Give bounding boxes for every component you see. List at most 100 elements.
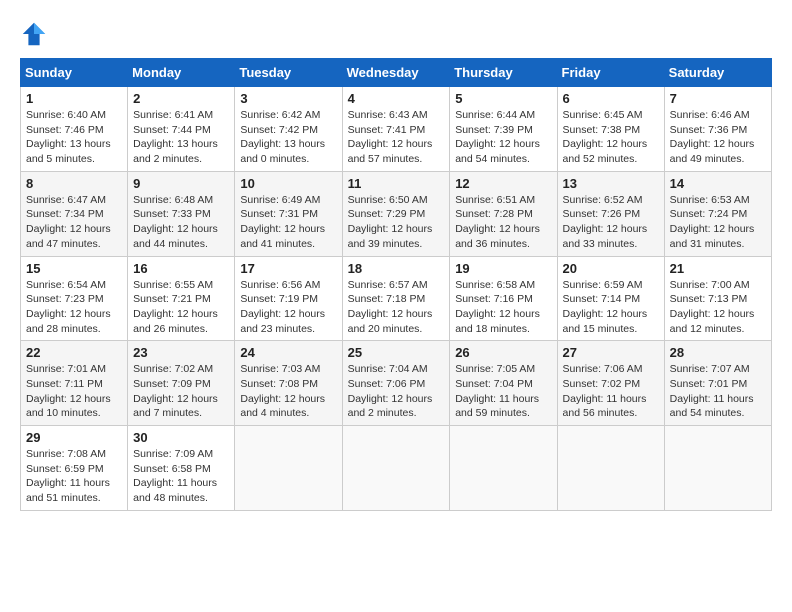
day-info: Sunrise: 6:43 AM Sunset: 7:41 PM Dayligh… xyxy=(348,108,445,167)
day-number: 23 xyxy=(133,345,229,360)
day-number: 15 xyxy=(26,261,122,276)
day-info: Sunrise: 6:50 AM Sunset: 7:29 PM Dayligh… xyxy=(348,193,445,252)
day-cell: 21 Sunrise: 7:00 AM Sunset: 7:13 PM Dayl… xyxy=(664,256,771,341)
day-number: 25 xyxy=(348,345,445,360)
day-number: 1 xyxy=(26,91,122,106)
day-cell: 23 Sunrise: 7:02 AM Sunset: 7:09 PM Dayl… xyxy=(128,341,235,426)
day-number: 13 xyxy=(563,176,659,191)
day-info: Sunrise: 6:48 AM Sunset: 7:33 PM Dayligh… xyxy=(133,193,229,252)
day-info: Sunrise: 6:52 AM Sunset: 7:26 PM Dayligh… xyxy=(563,193,659,252)
day-cell: 29 Sunrise: 7:08 AM Sunset: 6:59 PM Dayl… xyxy=(21,426,128,511)
day-info: Sunrise: 6:56 AM Sunset: 7:19 PM Dayligh… xyxy=(240,278,336,337)
day-number: 5 xyxy=(455,91,551,106)
day-cell: 10 Sunrise: 6:49 AM Sunset: 7:31 PM Dayl… xyxy=(235,171,342,256)
day-number: 26 xyxy=(455,345,551,360)
day-cell: 9 Sunrise: 6:48 AM Sunset: 7:33 PM Dayli… xyxy=(128,171,235,256)
day-info: Sunrise: 6:59 AM Sunset: 7:14 PM Dayligh… xyxy=(563,278,659,337)
day-info: Sunrise: 7:07 AM Sunset: 7:01 PM Dayligh… xyxy=(670,362,766,421)
day-cell: 11 Sunrise: 6:50 AM Sunset: 7:29 PM Dayl… xyxy=(342,171,450,256)
day-number: 18 xyxy=(348,261,445,276)
day-info: Sunrise: 6:55 AM Sunset: 7:21 PM Dayligh… xyxy=(133,278,229,337)
day-cell: 30 Sunrise: 7:09 AM Sunset: 6:58 PM Dayl… xyxy=(128,426,235,511)
page-header xyxy=(20,20,772,48)
day-cell: 17 Sunrise: 6:56 AM Sunset: 7:19 PM Dayl… xyxy=(235,256,342,341)
day-info: Sunrise: 7:05 AM Sunset: 7:04 PM Dayligh… xyxy=(455,362,551,421)
day-cell: 6 Sunrise: 6:45 AM Sunset: 7:38 PM Dayli… xyxy=(557,87,664,172)
logo xyxy=(20,20,52,48)
day-cell: 2 Sunrise: 6:41 AM Sunset: 7:44 PM Dayli… xyxy=(128,87,235,172)
day-number: 9 xyxy=(133,176,229,191)
day-info: Sunrise: 7:09 AM Sunset: 6:58 PM Dayligh… xyxy=(133,447,229,506)
day-info: Sunrise: 7:02 AM Sunset: 7:09 PM Dayligh… xyxy=(133,362,229,421)
day-cell: 25 Sunrise: 7:04 AM Sunset: 7:06 PM Dayl… xyxy=(342,341,450,426)
day-number: 3 xyxy=(240,91,336,106)
day-info: Sunrise: 6:58 AM Sunset: 7:16 PM Dayligh… xyxy=(455,278,551,337)
day-info: Sunrise: 6:40 AM Sunset: 7:46 PM Dayligh… xyxy=(26,108,122,167)
day-info: Sunrise: 7:01 AM Sunset: 7:11 PM Dayligh… xyxy=(26,362,122,421)
day-info: Sunrise: 6:42 AM Sunset: 7:42 PM Dayligh… xyxy=(240,108,336,167)
week-row-1: 1 Sunrise: 6:40 AM Sunset: 7:46 PM Dayli… xyxy=(21,87,772,172)
week-row-2: 8 Sunrise: 6:47 AM Sunset: 7:34 PM Dayli… xyxy=(21,171,772,256)
day-cell: 26 Sunrise: 7:05 AM Sunset: 7:04 PM Dayl… xyxy=(450,341,557,426)
day-info: Sunrise: 6:51 AM Sunset: 7:28 PM Dayligh… xyxy=(455,193,551,252)
day-cell xyxy=(450,426,557,511)
day-number: 7 xyxy=(670,91,766,106)
day-number: 11 xyxy=(348,176,445,191)
day-number: 22 xyxy=(26,345,122,360)
day-cell: 7 Sunrise: 6:46 AM Sunset: 7:36 PM Dayli… xyxy=(664,87,771,172)
day-number: 6 xyxy=(563,91,659,106)
day-cell xyxy=(235,426,342,511)
day-number: 8 xyxy=(26,176,122,191)
day-number: 28 xyxy=(670,345,766,360)
day-cell: 19 Sunrise: 6:58 AM Sunset: 7:16 PM Dayl… xyxy=(450,256,557,341)
day-cell xyxy=(664,426,771,511)
day-cell xyxy=(342,426,450,511)
calendar-table: SundayMondayTuesdayWednesdayThursdayFrid… xyxy=(20,58,772,511)
weekday-header-monday: Monday xyxy=(128,59,235,87)
day-cell: 5 Sunrise: 6:44 AM Sunset: 7:39 PM Dayli… xyxy=(450,87,557,172)
day-info: Sunrise: 6:44 AM Sunset: 7:39 PM Dayligh… xyxy=(455,108,551,167)
day-number: 29 xyxy=(26,430,122,445)
day-number: 10 xyxy=(240,176,336,191)
day-cell: 27 Sunrise: 7:06 AM Sunset: 7:02 PM Dayl… xyxy=(557,341,664,426)
day-number: 24 xyxy=(240,345,336,360)
weekday-header-tuesday: Tuesday xyxy=(235,59,342,87)
day-info: Sunrise: 6:49 AM Sunset: 7:31 PM Dayligh… xyxy=(240,193,336,252)
weekday-header-saturday: Saturday xyxy=(664,59,771,87)
day-info: Sunrise: 6:47 AM Sunset: 7:34 PM Dayligh… xyxy=(26,193,122,252)
day-cell: 18 Sunrise: 6:57 AM Sunset: 7:18 PM Dayl… xyxy=(342,256,450,341)
day-cell: 8 Sunrise: 6:47 AM Sunset: 7:34 PM Dayli… xyxy=(21,171,128,256)
week-row-5: 29 Sunrise: 7:08 AM Sunset: 6:59 PM Dayl… xyxy=(21,426,772,511)
day-cell: 12 Sunrise: 6:51 AM Sunset: 7:28 PM Dayl… xyxy=(450,171,557,256)
day-info: Sunrise: 6:54 AM Sunset: 7:23 PM Dayligh… xyxy=(26,278,122,337)
day-number: 30 xyxy=(133,430,229,445)
day-cell: 28 Sunrise: 7:07 AM Sunset: 7:01 PM Dayl… xyxy=(664,341,771,426)
day-number: 2 xyxy=(133,91,229,106)
day-cell: 15 Sunrise: 6:54 AM Sunset: 7:23 PM Dayl… xyxy=(21,256,128,341)
logo-icon xyxy=(20,20,48,48)
week-row-4: 22 Sunrise: 7:01 AM Sunset: 7:11 PM Dayl… xyxy=(21,341,772,426)
day-info: Sunrise: 7:00 AM Sunset: 7:13 PM Dayligh… xyxy=(670,278,766,337)
day-number: 12 xyxy=(455,176,551,191)
calendar-body: 1 Sunrise: 6:40 AM Sunset: 7:46 PM Dayli… xyxy=(21,87,772,511)
day-number: 14 xyxy=(670,176,766,191)
day-number: 19 xyxy=(455,261,551,276)
day-info: Sunrise: 7:03 AM Sunset: 7:08 PM Dayligh… xyxy=(240,362,336,421)
day-info: Sunrise: 7:04 AM Sunset: 7:06 PM Dayligh… xyxy=(348,362,445,421)
day-number: 20 xyxy=(563,261,659,276)
weekday-header-thursday: Thursday xyxy=(450,59,557,87)
day-cell: 16 Sunrise: 6:55 AM Sunset: 7:21 PM Dayl… xyxy=(128,256,235,341)
day-cell xyxy=(557,426,664,511)
day-info: Sunrise: 6:41 AM Sunset: 7:44 PM Dayligh… xyxy=(133,108,229,167)
day-cell: 4 Sunrise: 6:43 AM Sunset: 7:41 PM Dayli… xyxy=(342,87,450,172)
day-cell: 1 Sunrise: 6:40 AM Sunset: 7:46 PM Dayli… xyxy=(21,87,128,172)
day-number: 21 xyxy=(670,261,766,276)
day-cell: 14 Sunrise: 6:53 AM Sunset: 7:24 PM Dayl… xyxy=(664,171,771,256)
day-cell: 24 Sunrise: 7:03 AM Sunset: 7:08 PM Dayl… xyxy=(235,341,342,426)
day-info: Sunrise: 6:46 AM Sunset: 7:36 PM Dayligh… xyxy=(670,108,766,167)
week-row-3: 15 Sunrise: 6:54 AM Sunset: 7:23 PM Dayl… xyxy=(21,256,772,341)
day-cell: 3 Sunrise: 6:42 AM Sunset: 7:42 PM Dayli… xyxy=(235,87,342,172)
day-number: 16 xyxy=(133,261,229,276)
day-number: 27 xyxy=(563,345,659,360)
day-info: Sunrise: 6:57 AM Sunset: 7:18 PM Dayligh… xyxy=(348,278,445,337)
